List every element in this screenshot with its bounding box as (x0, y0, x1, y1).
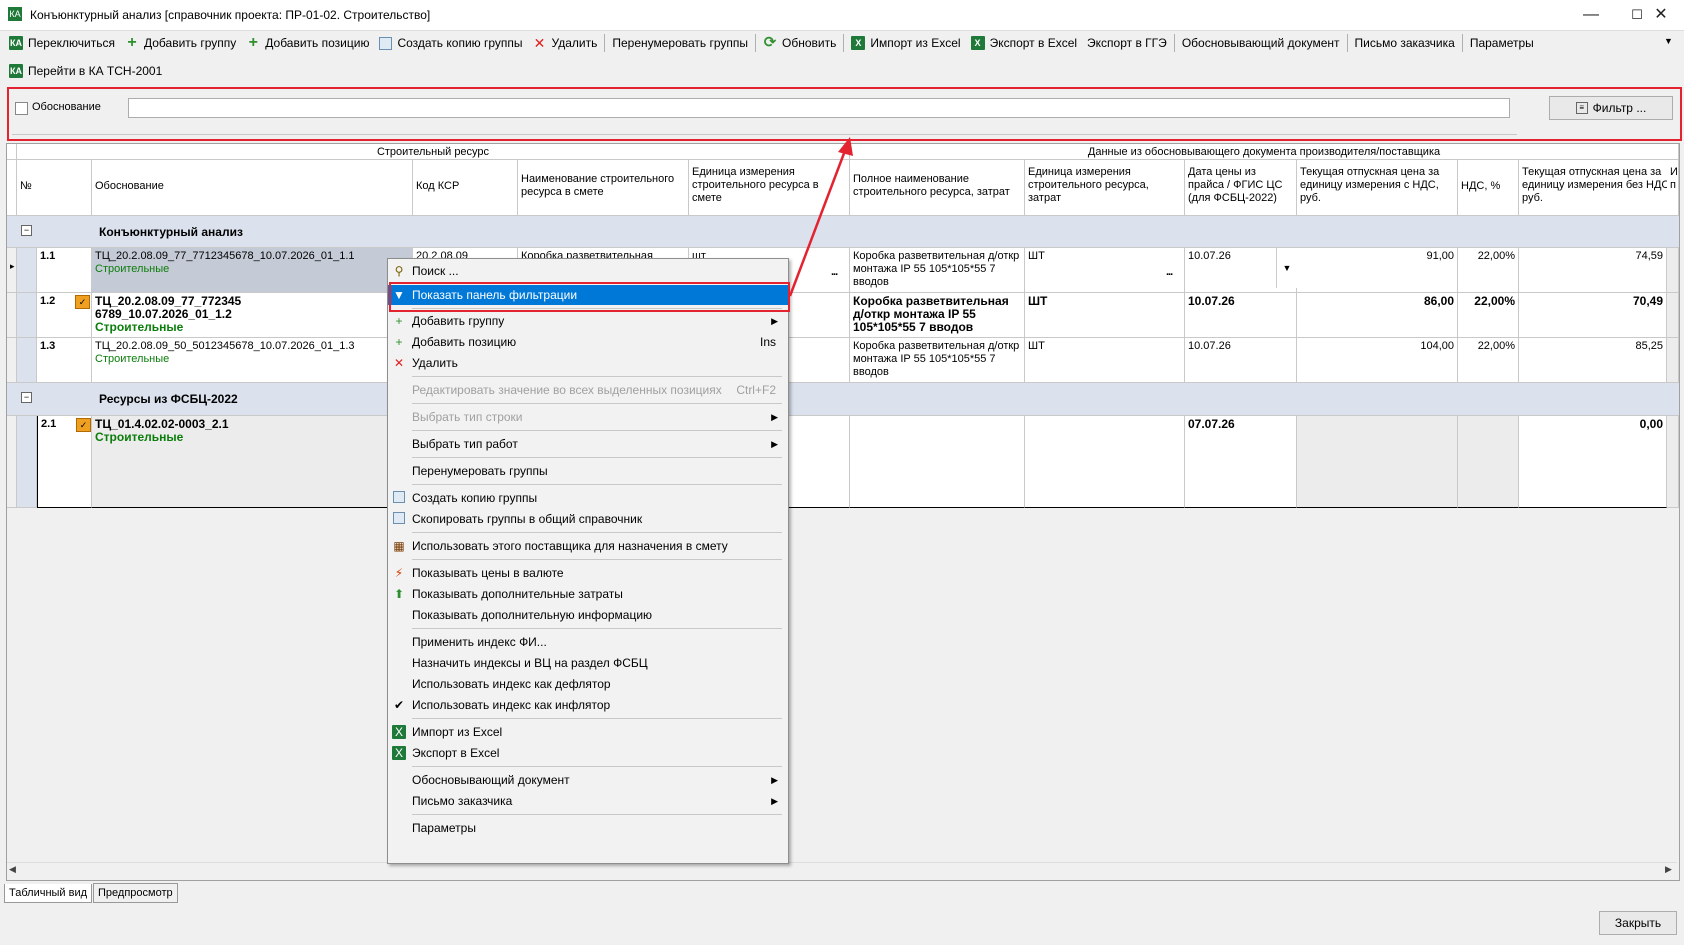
annotation-arrow (788, 137, 853, 297)
arrow-head (838, 137, 853, 156)
arrow-line (788, 147, 848, 297)
